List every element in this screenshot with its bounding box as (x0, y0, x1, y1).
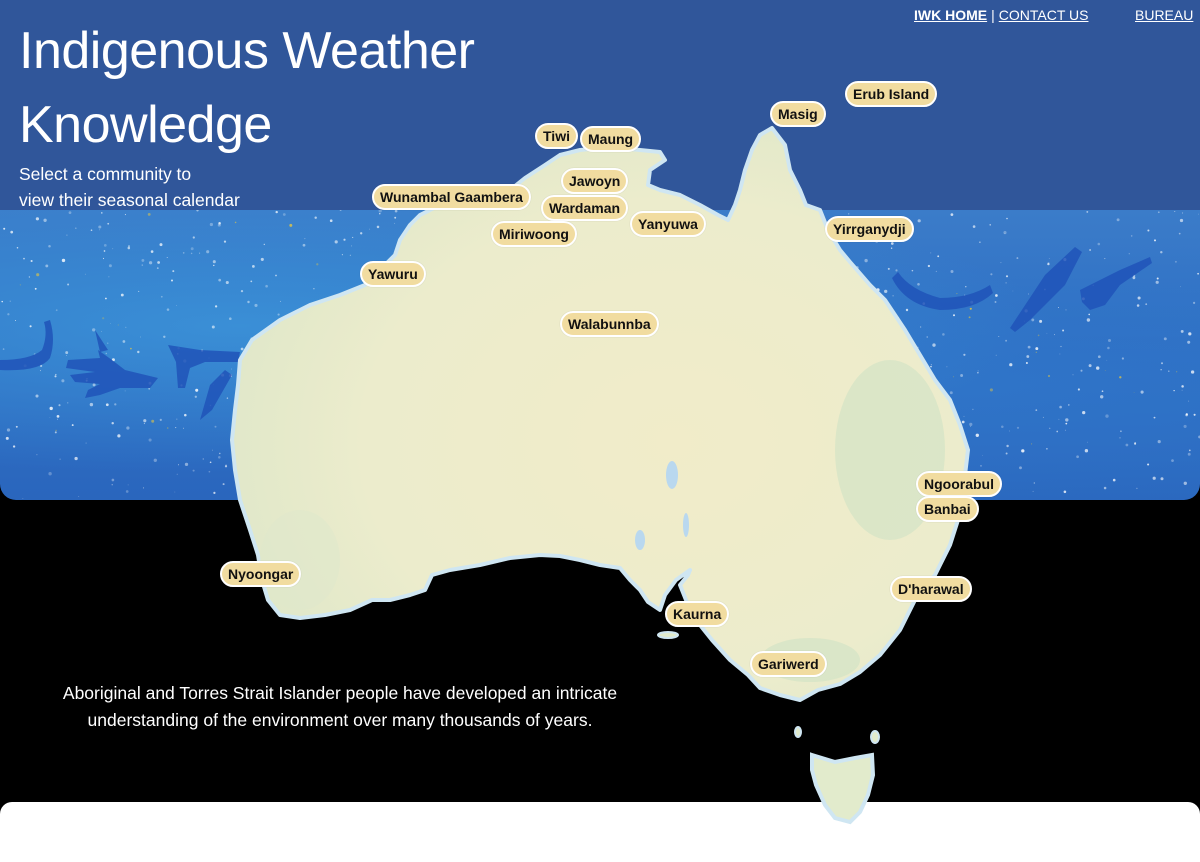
lake-eyre (666, 461, 678, 489)
title-line-2: Knowledge (19, 96, 272, 154)
top-nav: IWK HOME | CONTACT US BUREAU (914, 7, 1193, 23)
subtitle-line-1: Select a community to (19, 164, 192, 184)
king-island (794, 726, 802, 738)
community-tiwi[interactable]: Tiwi (535, 123, 578, 149)
community-yanyuwa[interactable]: Yanyuwa (630, 211, 706, 237)
nav-iwk-home-link[interactable]: IWK HOME (914, 7, 987, 23)
community-maung[interactable]: Maung (580, 126, 642, 152)
intro-text: Aboriginal and Torres Strait Islander pe… (40, 680, 640, 734)
community-masig[interactable]: Masig (770, 101, 826, 127)
community-yawuru[interactable]: Yawuru (360, 261, 426, 287)
page-title: Indigenous Weather Knowledge (19, 14, 475, 162)
intro-line-2: understanding of the environment over ma… (87, 710, 593, 730)
community-gariwerd[interactable]: Gariwerd (750, 651, 827, 677)
green-coast-patch (260, 510, 340, 610)
subtitle-line-2: view their seasonal calendar (19, 190, 240, 210)
community-yirrganydji[interactable]: Yirrganydji (825, 216, 914, 242)
community-dharawal[interactable]: D'harawal (890, 576, 972, 602)
community-nyoongar[interactable]: Nyoongar (220, 561, 302, 587)
nav-separator: | (991, 7, 995, 23)
community-miriwoong[interactable]: Miriwoong (491, 221, 577, 247)
kangaroo-island (657, 631, 679, 639)
title-line-1: Indigenous Weather (19, 22, 475, 80)
lake-gairdner (635, 530, 645, 550)
community-erub-island[interactable]: Erub Island (845, 81, 938, 107)
lake-torrens (683, 513, 689, 537)
page-subtitle: Select a community to view their seasona… (19, 161, 279, 213)
community-banbai[interactable]: Banbai (916, 496, 979, 522)
community-wardaman[interactable]: Wardaman (541, 195, 629, 221)
community-kaurna[interactable]: Kaurna (665, 601, 730, 627)
flinders-island (870, 730, 880, 744)
intro-line-1: Aboriginal and Torres Strait Islander pe… (62, 683, 618, 703)
community-wunambal-gaambera[interactable]: Wunambal Gaambera (372, 184, 531, 210)
community-jawoyn[interactable]: Jawoyn (561, 168, 629, 194)
nav-bureau-link[interactable]: BUREAU (1135, 7, 1193, 23)
tasmania (810, 752, 876, 825)
community-walabunnba[interactable]: Walabunnba (560, 311, 659, 337)
community-ngoorabul[interactable]: Ngoorabul (916, 471, 1002, 497)
nav-contact-us-link[interactable]: CONTACT US (999, 7, 1089, 23)
